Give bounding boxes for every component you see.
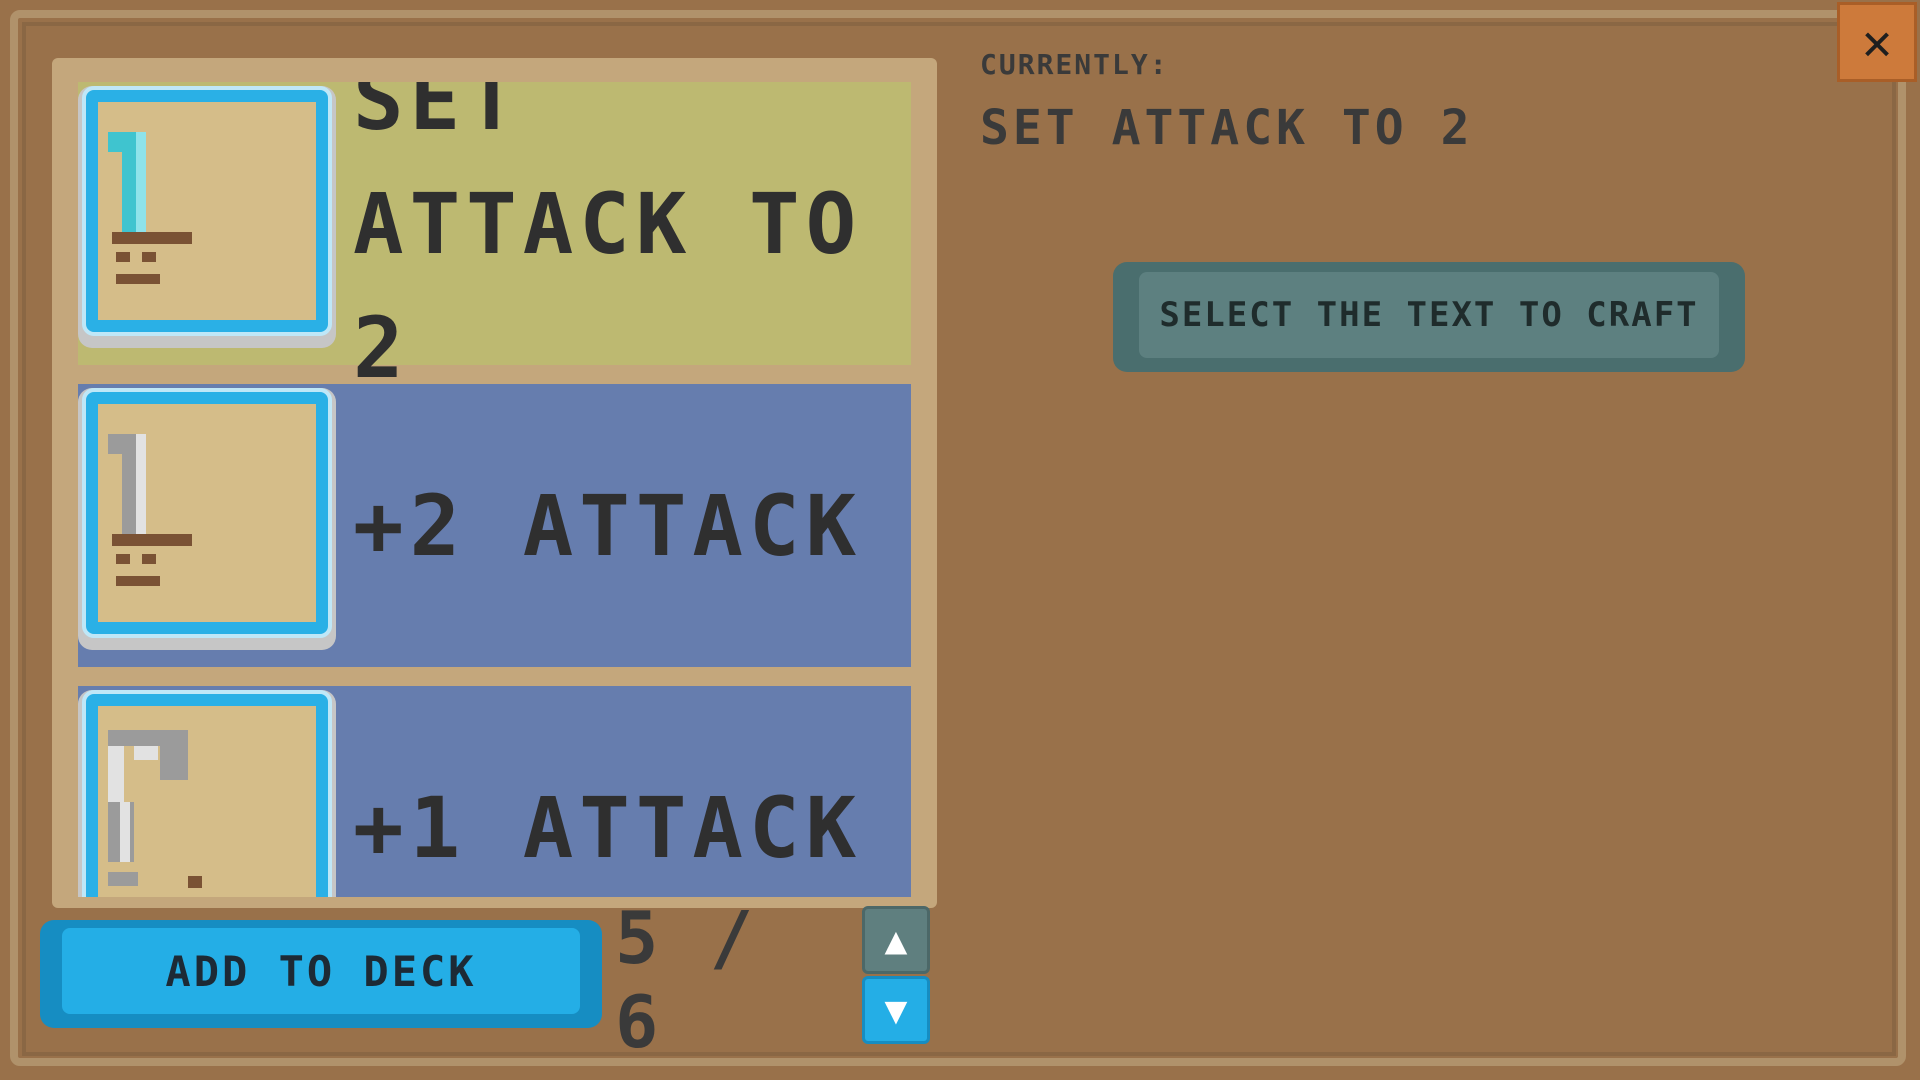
sword-gray-icon bbox=[108, 434, 192, 586]
craft-button[interactable]: SELECT THE TEXT TO CRAFT bbox=[1113, 262, 1745, 372]
axe-gray-icon bbox=[108, 730, 202, 888]
arrow-down-icon: ▼ bbox=[884, 988, 908, 1032]
crafting-screen: ✕ SET ATTACK TO 2 +2 ATTACK +1 ATTACK AD… bbox=[0, 0, 1920, 1080]
add-to-deck-button[interactable]: ADD TO DECK bbox=[40, 920, 602, 1028]
add-to-deck-label: ADD TO DECK bbox=[62, 928, 580, 1014]
currently-label: CURRENTLY: bbox=[980, 48, 1169, 81]
arrow-up-icon: ▲ bbox=[884, 918, 908, 962]
close-button[interactable]: ✕ bbox=[1837, 2, 1917, 82]
currently-value: SET ATTACK TO 2 bbox=[980, 100, 1474, 156]
craft-button-label: SELECT THE TEXT TO CRAFT bbox=[1139, 272, 1719, 358]
scroll-down-button[interactable]: ▼ bbox=[862, 976, 930, 1044]
card-item-2[interactable]: +1 ATTACK bbox=[78, 686, 911, 897]
card-list[interactable]: SET ATTACK TO 2 +2 ATTACK +1 ATTACK bbox=[78, 82, 911, 897]
card-icon-box bbox=[78, 86, 336, 348]
scroll-up-button[interactable]: ▲ bbox=[862, 906, 930, 974]
sword-cyan-icon bbox=[108, 132, 192, 284]
card-icon-box bbox=[78, 388, 336, 650]
card-item-0[interactable]: SET ATTACK TO 2 bbox=[78, 82, 911, 397]
page-counter: 5 / 6 bbox=[615, 896, 758, 1064]
card-item-1[interactable]: +2 ATTACK bbox=[78, 384, 911, 667]
card-text: SET ATTACK TO 2 bbox=[353, 82, 863, 397]
card-icon-box bbox=[78, 690, 336, 897]
card-text: +1 ATTACK bbox=[353, 778, 863, 877]
card-text: +2 ATTACK bbox=[353, 476, 863, 575]
close-x-icon: ✕ bbox=[1861, 13, 1893, 71]
